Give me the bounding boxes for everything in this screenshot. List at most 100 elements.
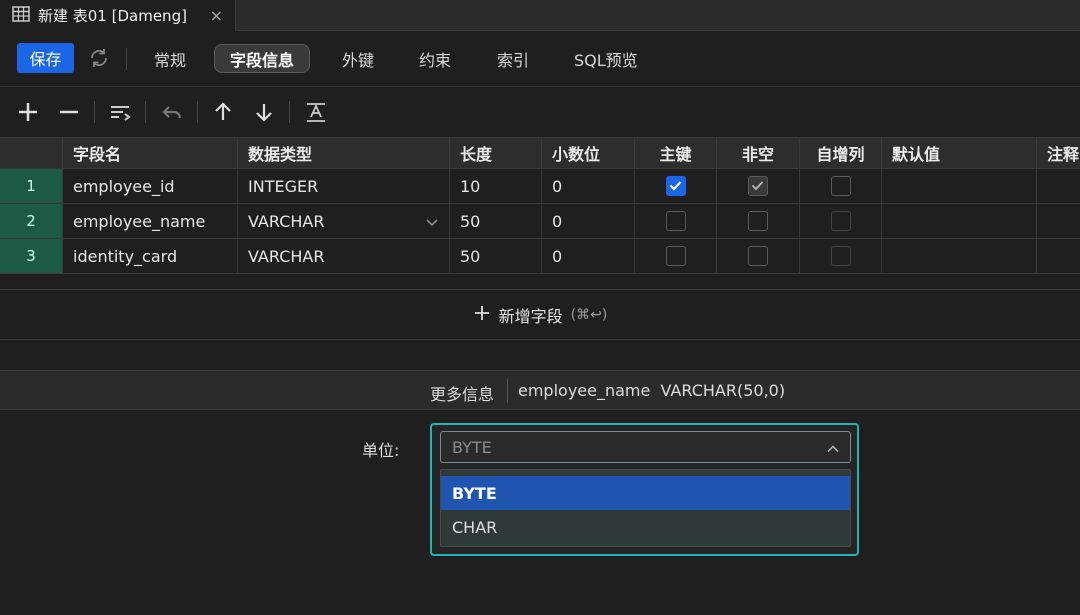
header-rownum — [0, 138, 63, 168]
tab-constraints[interactable]: 约束 — [404, 44, 466, 73]
field-name-cell[interactable]: employee_name — [63, 204, 238, 238]
tab-sql-preview[interactable]: SQL预览 — [559, 44, 653, 73]
table-row[interactable]: 2 employee_name VARCHAR 50 0 — [0, 204, 1080, 239]
tab-foreign-keys[interactable]: 外键 — [327, 44, 389, 73]
table-row[interactable]: 1 employee_id INTEGER 10 0 — [0, 169, 1080, 204]
primary-key-cell — [635, 169, 717, 203]
header-auto-increment: 自增列 — [800, 138, 882, 168]
save-button[interactable]: 保存 — [17, 43, 74, 73]
tab-title: 新建 表01 [Dameng] — [38, 7, 187, 25]
toolbar-divider — [145, 101, 146, 123]
not-null-cell — [717, 204, 800, 238]
scale-cell[interactable]: 0 — [542, 204, 635, 238]
arrow-down-icon[interactable] — [252, 100, 276, 124]
not-null-checkbox[interactable] — [748, 211, 768, 231]
data-type-cell[interactable]: VARCHAR — [238, 204, 450, 238]
chevron-up-icon[interactable] — [826, 441, 840, 455]
check-icon — [751, 181, 764, 191]
auto-increment-cell — [800, 204, 882, 238]
table-row[interactable]: 3 identity_card VARCHAR 50 0 — [0, 239, 1080, 274]
toolbar-divider — [94, 101, 95, 123]
shortcut-hint: (⌘↩) — [570, 306, 608, 323]
field-name-cell[interactable]: employee_id — [63, 169, 238, 203]
row-number[interactable]: 1 — [0, 169, 63, 203]
arrow-up-icon[interactable] — [211, 100, 235, 124]
unit-select-value: BYTE — [452, 438, 492, 457]
comment-cell[interactable] — [1037, 204, 1080, 238]
primary-key-checkbox[interactable] — [665, 211, 686, 231]
primary-key-checkbox[interactable] — [665, 246, 686, 266]
selected-field-summary: employee_name VARCHAR(50,0) — [518, 381, 786, 400]
scale-cell[interactable]: 0 — [542, 169, 635, 203]
unit-options-menu: BYTE CHAR — [440, 469, 851, 547]
table-icon — [12, 5, 30, 26]
length-cell[interactable]: 50 — [450, 204, 542, 238]
add-field-button[interactable]: 新增字段 (⌘↩) — [0, 289, 1080, 340]
auto-increment-checkbox[interactable] — [830, 211, 851, 231]
undo-icon[interactable] — [160, 100, 184, 124]
auto-increment-cell — [800, 169, 882, 203]
text-format-icon[interactable] — [304, 100, 328, 124]
more-info-label: 更多信息 — [430, 385, 495, 404]
unit-select[interactable]: BYTE — [440, 431, 851, 463]
not-null-cell — [717, 239, 800, 273]
header-length: 长度 — [450, 138, 542, 168]
check-icon — [669, 181, 681, 191]
default-cell[interactable] — [882, 169, 1037, 203]
primary-key-checkbox[interactable] — [665, 176, 686, 196]
default-cell[interactable] — [882, 239, 1037, 273]
field-toolbar — [0, 87, 1080, 137]
main-toolbar: 保存 常规 字段信息 外键 约束 索引 SQL预览 — [0, 31, 1080, 87]
chevron-down-icon[interactable] — [425, 214, 439, 228]
add-field-label: 新增字段 — [498, 306, 563, 326]
not-null-cell — [717, 169, 800, 203]
refresh-icon[interactable] — [88, 47, 110, 69]
info-divider — [507, 379, 508, 403]
data-type-value: VARCHAR — [248, 211, 325, 231]
default-cell[interactable] — [882, 204, 1037, 238]
comment-cell[interactable] — [1037, 239, 1080, 273]
not-null-checkbox[interactable] — [748, 176, 768, 196]
option-char[interactable]: CHAR — [441, 510, 850, 544]
tab-new-table[interactable]: 新建 表01 [Dameng] × — [0, 0, 236, 31]
not-null-checkbox[interactable] — [748, 246, 768, 266]
primary-key-cell — [635, 239, 717, 273]
toolbar-divider — [197, 101, 198, 123]
toolbar-divider — [126, 48, 127, 70]
field-name-cell[interactable]: identity_card — [63, 239, 238, 273]
plus-icon — [473, 304, 491, 326]
minus-icon[interactable] — [57, 100, 81, 124]
more-info-bar: 更多信息 employee_name VARCHAR(50,0) — [0, 370, 1080, 410]
row-number[interactable]: 3 — [0, 239, 63, 273]
grid-header: 字段名 数据类型 长度 小数位 主键 非空 自增列 默认值 注释 — [0, 137, 1080, 169]
tab-general[interactable]: 常规 — [139, 44, 201, 73]
comment-cell[interactable] — [1037, 169, 1080, 203]
close-icon[interactable]: × — [210, 7, 223, 24]
toolbar-divider — [289, 101, 290, 123]
tab-indexes[interactable]: 索引 — [482, 44, 544, 73]
length-cell[interactable]: 50 — [450, 239, 542, 273]
header-scale: 小数位 — [542, 138, 635, 168]
tab-strip: 新建 表01 [Dameng] × — [0, 0, 1080, 31]
length-cell[interactable]: 10 — [450, 169, 542, 203]
primary-key-cell — [635, 204, 717, 238]
auto-increment-cell — [800, 239, 882, 273]
unit-label: 单位: — [362, 441, 400, 460]
plus-icon[interactable] — [16, 100, 40, 124]
header-field-name: 字段名 — [63, 138, 238, 168]
header-primary-key: 主键 — [635, 138, 717, 168]
scale-cell[interactable]: 0 — [542, 239, 635, 273]
data-type-cell[interactable]: INTEGER — [238, 169, 450, 203]
option-byte[interactable]: BYTE — [441, 476, 850, 510]
row-number[interactable]: 2 — [0, 204, 63, 238]
data-type-cell[interactable]: VARCHAR — [238, 239, 450, 273]
tab-fields[interactable]: 字段信息 — [214, 44, 311, 73]
header-default: 默认值 — [882, 138, 1037, 168]
header-data-type: 数据类型 — [238, 138, 450, 168]
insert-row-icon[interactable] — [108, 100, 132, 124]
auto-increment-checkbox[interactable] — [830, 246, 851, 266]
auto-increment-checkbox[interactable] — [830, 176, 851, 196]
header-comment: 注释 — [1037, 138, 1080, 168]
header-not-null: 非空 — [717, 138, 800, 168]
unit-dropdown: BYTE BYTE CHAR — [430, 423, 859, 556]
